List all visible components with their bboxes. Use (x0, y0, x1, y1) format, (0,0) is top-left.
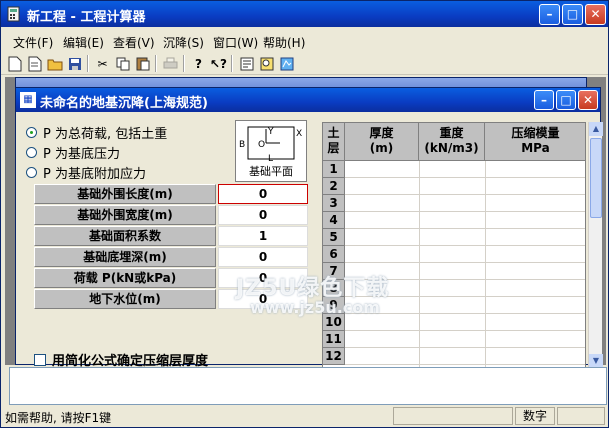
table-row[interactable] (345, 229, 585, 246)
about-icon[interactable]: ? (189, 54, 208, 73)
row-number[interactable]: 3 (323, 195, 345, 212)
child-title-bar: ▦ 未命名的地基沉降(上海规范) – □ ✕ (16, 88, 600, 112)
window-title: 新工程 - 工程计算器 (27, 10, 146, 25)
table-row[interactable] (345, 178, 585, 195)
child-window-title: 未命名的地基沉降(上海规范) (40, 96, 208, 111)
menu-file[interactable]: 文件(F) (13, 34, 53, 51)
row-number[interactable]: 5 (323, 229, 345, 246)
menu-edit[interactable]: 编辑(E) (63, 34, 104, 51)
menu-settlement[interactable]: 沉降(S) (163, 34, 204, 51)
menu-window[interactable]: 窗口(W) (213, 34, 258, 51)
table-row[interactable] (345, 212, 585, 229)
scroll-thumb[interactable] (590, 138, 602, 218)
svg-text:O: O (258, 140, 265, 150)
length-input[interactable]: 0 (218, 184, 308, 204)
watermark-url: www.jz5u.com (250, 298, 380, 317)
new-file-icon[interactable] (5, 54, 24, 73)
scroll-down-icon[interactable]: ▼ (589, 354, 603, 368)
header-unit-weight: 重度 (kN/m3) (419, 123, 485, 161)
depth-input[interactable]: 0 (218, 247, 308, 267)
field-row-area-coefficient: 基础面积系数 1 (34, 226, 308, 247)
minimize-button[interactable]: – (539, 4, 560, 25)
print-icon[interactable] (161, 54, 180, 73)
open-folder-icon[interactable] (45, 54, 64, 73)
settlement-window: ▦ 未命名的地基沉降(上海规范) – □ ✕ P 为总荷载, 包括土重 P 为基… (15, 87, 603, 369)
svg-text:X: X (296, 129, 302, 139)
table-row[interactable] (345, 246, 585, 263)
row-number[interactable]: 2 (323, 178, 345, 195)
child-minimize-button[interactable]: – (534, 90, 554, 110)
status-message: 如需帮助, 请按F1键 (5, 411, 112, 425)
field-label: 基础外围宽度(m) (34, 205, 216, 225)
close-button[interactable]: ✕ (585, 4, 606, 25)
mdi-workspace: ▦ 未命名的地基沉降(上海规范) – □ ✕ P 为总荷载, 包括土重 P 为基… (5, 77, 606, 369)
field-label: 基础底埋深(m) (34, 247, 216, 267)
area-coefficient-input[interactable]: 1 (218, 226, 308, 246)
soil-layer-grid[interactable]: 土 层 厚度 (m) 重度 (kN/m3) 压缩模量 MPa 123456789… (322, 122, 586, 368)
menu-bar: 文件(F) 编辑(E) 查看(V) 沉降(S) 窗口(W) 帮助(H) (1, 31, 608, 51)
child-close-button[interactable]: ✕ (578, 90, 598, 110)
field-row-width: 基础外围宽度(m) 0 (34, 205, 308, 226)
row-number[interactable]: 1 (323, 161, 345, 178)
row-number[interactable]: 12 (323, 348, 345, 365)
foundation-plan-figure: B O Y X L (239, 126, 302, 164)
output-panel[interactable] (9, 367, 607, 405)
maximize-button[interactable]: □ (562, 4, 583, 25)
table-row[interactable] (345, 195, 585, 212)
preview-icon[interactable] (257, 54, 276, 73)
radio-total-load[interactable]: P 为总荷载, 包括土重 (26, 123, 167, 142)
radio-base-pressure[interactable]: P 为基底压力 (26, 143, 120, 162)
header-compression-modulus: 压缩模量 MPa (485, 123, 585, 161)
row-number[interactable]: 11 (323, 331, 345, 348)
calculate-icon[interactable] (237, 54, 256, 73)
copy-icon[interactable] (113, 54, 132, 73)
toolbar: ✂ ? ↖? (1, 52, 608, 75)
field-label: 地下水位(m) (34, 289, 216, 309)
radio-selected-indicator (26, 127, 37, 138)
settlement-icon: ▦ (20, 92, 36, 108)
cut-icon[interactable]: ✂ (93, 54, 112, 73)
field-row-depth: 基础底埋深(m) 0 (34, 247, 308, 268)
header-layer: 土 层 (323, 123, 345, 161)
foundation-plan-diagram: B O Y X L 基础平面 (235, 120, 307, 182)
menu-view[interactable]: 查看(V) (113, 34, 155, 51)
diagram-caption: 基础平面 (249, 165, 293, 178)
row-number[interactable]: 6 (323, 246, 345, 263)
paste-icon[interactable] (133, 54, 152, 73)
table-row[interactable] (345, 314, 585, 331)
field-label: 荷载 P(kN或kPa) (34, 268, 216, 288)
svg-text:B: B (239, 140, 245, 150)
table-row[interactable] (345, 348, 585, 365)
save-icon[interactable] (65, 54, 84, 73)
child-maximize-button[interactable]: □ (556, 90, 576, 110)
grid-scrollbar[interactable]: ▲ ▼ (588, 122, 603, 368)
app-icon (7, 6, 20, 22)
header-thickness: 厚度 (m) (345, 123, 419, 161)
field-label: 基础外围长度(m) (34, 184, 216, 204)
scroll-up-icon[interactable]: ▲ (589, 122, 603, 136)
radio-additional-stress[interactable]: P 为基底附加应力 (26, 163, 146, 182)
main-window: 新工程 - 工程计算器 – □ ✕ 文件(F) 编辑(E) 查看(V) 沉降(S… (0, 0, 609, 428)
svg-text:Y: Y (267, 127, 274, 137)
row-number[interactable]: 4 (323, 212, 345, 229)
table-row[interactable] (345, 161, 585, 178)
menu-help[interactable]: 帮助(H) (263, 34, 305, 51)
width-input[interactable]: 0 (218, 205, 308, 225)
title-bar: 新工程 - 工程计算器 – □ ✕ (1, 1, 608, 27)
field-row-length: 基础外围长度(m) 0 (34, 184, 308, 205)
num-lock-indicator: 数字 (515, 407, 555, 425)
report-icon[interactable] (277, 54, 296, 73)
status-bar: 如需帮助, 请按F1键 数字 (1, 405, 608, 427)
new-doc-icon[interactable] (25, 54, 44, 73)
table-row[interactable] (345, 331, 585, 348)
field-label: 基础面积系数 (34, 226, 216, 246)
context-help-icon[interactable]: ↖? (209, 54, 228, 73)
